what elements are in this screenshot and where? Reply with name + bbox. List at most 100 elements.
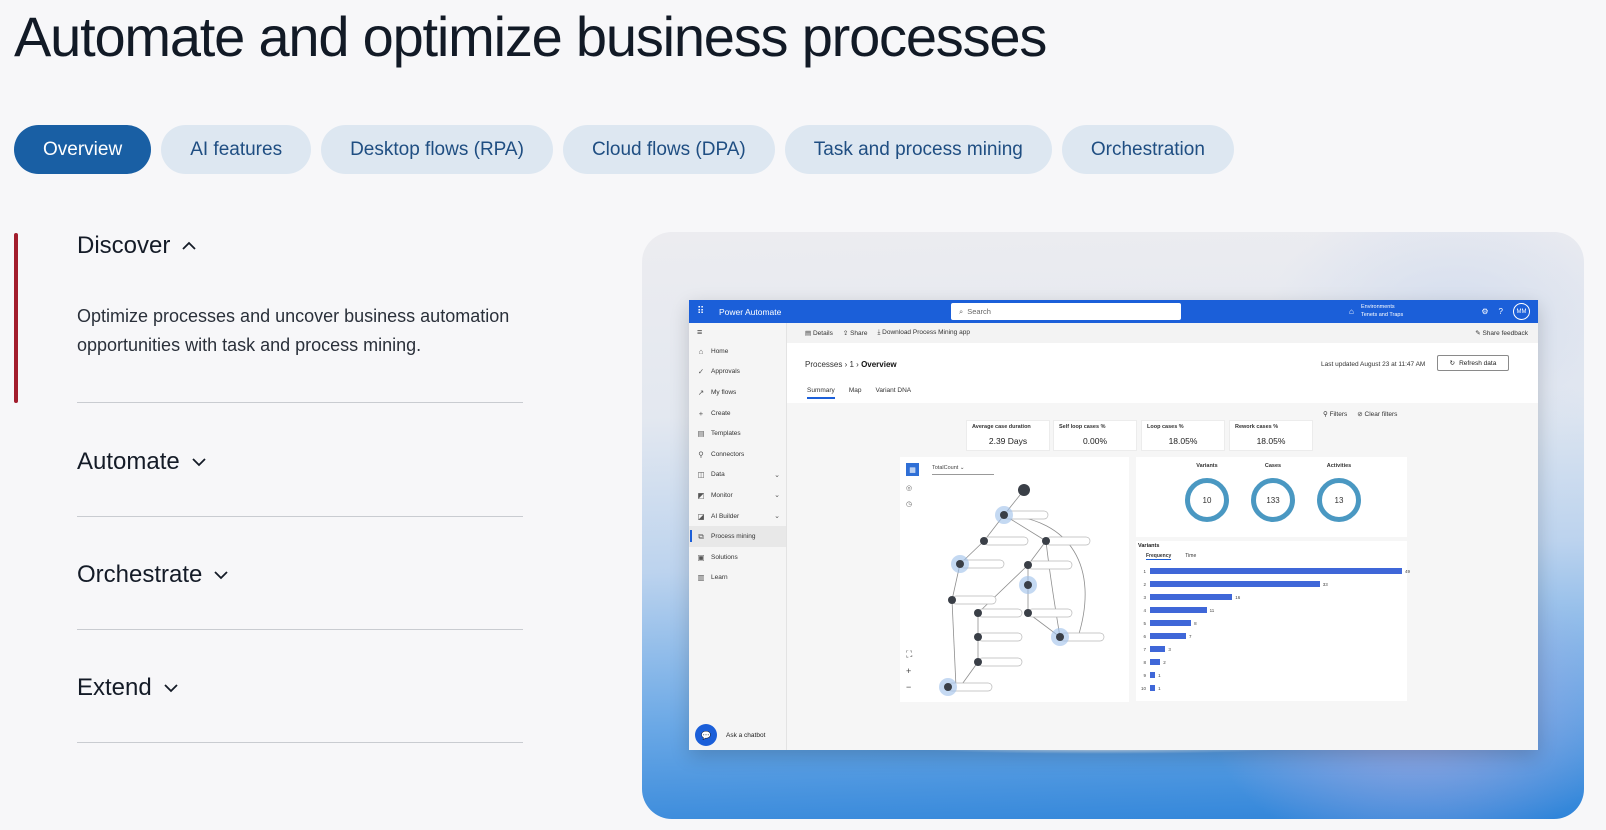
zoom-out-icon[interactable]: − (906, 682, 912, 692)
variant-bar-row[interactable]: 91 (1138, 671, 1161, 679)
monitor-icon: ◩ (697, 490, 705, 500)
filters-button[interactable]: ⚲ Filters (1323, 410, 1347, 418)
environment-picker[interactable]: Environments Tenets and Traps (1361, 303, 1403, 319)
variant-bar-row[interactable]: 2 33 (1138, 580, 1328, 588)
sidebar-item-label: Templates (711, 430, 741, 438)
accordion-orchestrate-header[interactable]: Orchestrate (77, 561, 523, 589)
app-top-bar: ⠿ Power Automate ⌕ Search ⌂ Environments… (689, 300, 1538, 323)
variant-bar-row[interactable]: 1 49 (1138, 567, 1410, 575)
accordion-extend-header[interactable]: Extend (77, 674, 523, 702)
tab-summary[interactable]: Summary (807, 387, 835, 399)
feature-tabs: Overview AI features Desktop flows (RPA)… (14, 125, 1234, 174)
breadcrumb-process[interactable]: 1 (849, 360, 853, 369)
accordion-orchestrate-title: Orchestrate (77, 561, 203, 588)
kpi-card: Average case duration 2.39 Days (966, 420, 1050, 451)
variant-bar (1150, 646, 1166, 652)
sidebar-item-connectors[interactable]: ⚲ Connectors (689, 444, 786, 465)
breadcrumb-processes[interactable]: Processes (805, 360, 842, 369)
settings-icon[interactable]: ⚙ (1481, 307, 1488, 316)
process-map-graph[interactable] (900, 457, 1129, 702)
variant-count: 7 (1189, 633, 1192, 639)
help-icon[interactable]: ? (1499, 307, 1503, 316)
sidebar-item-learn[interactable]: ▥ Learn (689, 568, 786, 589)
chatbot-button[interactable]: 💬 Ask a chatbot (695, 724, 765, 746)
sidebar-item-process-mining[interactable]: ⧉ Process mining (689, 526, 786, 547)
clear-filters-button[interactable]: ⊘ Clear filters (1357, 410, 1397, 418)
avatar[interactable]: MM (1513, 303, 1530, 320)
variant-rank: 1 (1143, 568, 1146, 574)
variant-bar-row[interactable]: 10 1 (1138, 684, 1161, 692)
environment-name: Tenets and Traps (1361, 312, 1404, 318)
sidebar-item-solutions[interactable]: ▣ Solutions (689, 547, 786, 568)
accordion-discover-header[interactable]: Discover (77, 232, 523, 260)
accordion-discover: Discover Optimize processes and uncover … (77, 232, 523, 360)
variant-bar-row[interactable]: 4 11 (1138, 606, 1214, 614)
accordion-automate-title: Automate (77, 448, 180, 475)
variant-count: 2 (1163, 659, 1166, 665)
chevron-down-icon: ⌄ (774, 513, 780, 521)
kpi-label: Average case duration (972, 424, 1031, 430)
top-bar-icons: ⚙ ? MM (1481, 303, 1530, 320)
kpi-card: Self loop cases % 0.00% (1053, 420, 1137, 451)
tab-orchestration[interactable]: Orchestration (1061, 125, 1234, 174)
search-icon: ⌕ (959, 306, 964, 316)
download-button[interactable]: ⤓ Download Process Mining app (877, 329, 970, 337)
details-icon: ▤ (805, 330, 813, 337)
kpi-value: 18.05% (1256, 436, 1286, 446)
sidebar-item-templates[interactable]: ▤ Templates (689, 423, 786, 444)
accordion-automate-header[interactable]: Automate (77, 448, 523, 476)
accordion-extend: Extend (77, 674, 523, 702)
sidebar-item-my-flows[interactable]: ↗ My flows (689, 382, 786, 403)
breadcrumb-current: Overview (861, 360, 897, 369)
tab-task-process-mining[interactable]: Task and process mining (784, 125, 1052, 174)
refresh-label: Refresh data (1459, 359, 1497, 367)
plus-icon: + (698, 408, 704, 418)
fit-screen-icon[interactable]: ⛶ (906, 649, 912, 660)
tab-time[interactable]: Time (1185, 553, 1196, 560)
kpi-value: 2.39 Days (988, 436, 1028, 446)
refresh-data-button[interactable]: ↻ Refresh data (1437, 355, 1509, 371)
variant-bar-row[interactable]: 82 (1138, 658, 1166, 666)
tab-variant-dna[interactable]: Variant DNA (875, 387, 911, 399)
variant-bar (1150, 607, 1207, 613)
hamburger-icon[interactable]: ≡ (689, 323, 786, 341)
ai-icon: ◪ (697, 511, 705, 521)
kpi-label: Self loop cases % (1059, 424, 1106, 430)
zoom-in-icon[interactable]: + (906, 666, 912, 676)
chevron-down-icon (192, 458, 206, 467)
sidebar-item-monitor[interactable]: ◩ Monitor ⌄ (689, 485, 786, 506)
tab-desktop-flows[interactable]: Desktop flows (RPA) (321, 125, 553, 174)
variant-rank: 8 (1143, 659, 1146, 665)
variant-bar-row[interactable]: 73 (1138, 645, 1171, 653)
stat-variants-label: Variants (1196, 463, 1218, 469)
data-icon: ◫ (697, 470, 705, 480)
learn-icon: ▥ (697, 573, 705, 583)
tab-map[interactable]: Map (849, 387, 862, 399)
sidebar-item-create[interactable]: + Create (689, 403, 786, 424)
details-button[interactable]: ▤ Details (805, 329, 833, 337)
tab-frequency[interactable]: Frequency (1146, 553, 1172, 560)
waffle-icon[interactable]: ⠿ (697, 306, 709, 318)
process-stats-card: Variants 10 Cases 133 Activities 13 (1136, 457, 1407, 537)
sidebar-item-home[interactable]: ⌂ Home (689, 341, 786, 362)
sidebar-item-data[interactable]: ◫ Data ⌄ (689, 465, 786, 486)
variant-bar-row[interactable]: 3 16 (1138, 593, 1240, 601)
tab-overview[interactable]: Overview (14, 125, 152, 174)
share-button[interactable]: ⇪ Share (843, 329, 868, 337)
variant-bar (1150, 594, 1233, 600)
divider (77, 629, 523, 630)
power-automate-screenshot: ⠿ Power Automate ⌕ Search ⌂ Environments… (689, 300, 1538, 750)
app-search-box[interactable]: ⌕ Search (951, 303, 1181, 320)
tab-ai-features[interactable]: AI features (161, 125, 312, 174)
sidebar-item-label: Learn (711, 574, 728, 582)
tab-cloud-flows[interactable]: Cloud flows (DPA) (562, 125, 775, 174)
sidebar-item-approvals[interactable]: ✓ Approvals (689, 362, 786, 383)
variant-bar-row[interactable]: 58 (1138, 619, 1197, 627)
variant-bar (1150, 633, 1186, 639)
share-feedback-button[interactable]: ✎ Share feedback (1475, 329, 1528, 337)
variant-rank: 10 (1140, 685, 1146, 691)
chatbot-label: Ask a chatbot (726, 731, 766, 739)
sidebar-item-ai-builder[interactable]: ◪ AI Builder ⌄ (689, 506, 786, 527)
sidebar-item-label: Monitor (711, 491, 733, 499)
variant-bar-row[interactable]: 67 (1138, 632, 1192, 640)
